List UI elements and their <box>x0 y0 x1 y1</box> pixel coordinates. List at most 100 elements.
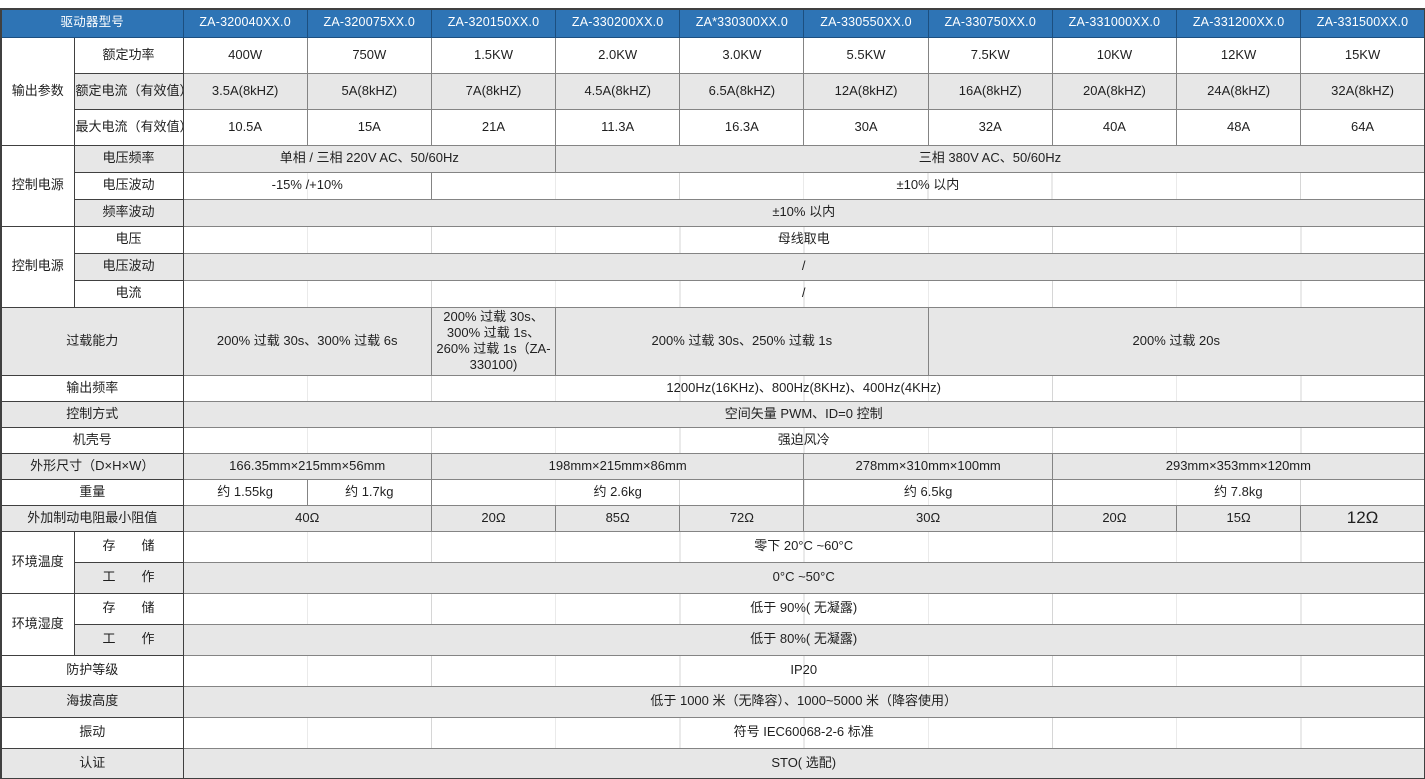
spec-value: 约 2.6kg <box>431 479 804 505</box>
spec-value: 16.3A <box>680 109 804 145</box>
spec-value: 40A <box>1052 109 1176 145</box>
spec-value: 低于 1000 米（无降容）、1000~5000 米（降容使用） <box>183 686 1425 717</box>
spec-value: 7A(8kHZ) <box>431 73 555 109</box>
spec-value: 12KW <box>1177 37 1301 73</box>
spec-value: 32A(8kHZ) <box>1301 73 1425 109</box>
spec-value: 4.5A(8kHZ) <box>556 73 680 109</box>
spec-value: 21A <box>431 109 555 145</box>
table-row: 控制电源电压频率单相 / 三相 220V AC、50/60Hz三相 380V A… <box>1 145 1425 172</box>
spec-value: / <box>183 280 1425 307</box>
spec-value: 64A <box>1301 109 1425 145</box>
row-label: 过载能力 <box>1 307 183 375</box>
row-label: 控制方式 <box>1 401 183 427</box>
row-label: 工 作 <box>74 562 183 593</box>
table-row: 海拔高度低于 1000 米（无降容）、1000~5000 米（降容使用） <box>1 686 1425 717</box>
spec-value: 约 1.55kg <box>183 479 307 505</box>
table-row: 控制电源电压母线取电 <box>1 226 1425 253</box>
header-model-column: ZA-320040XX.0 <box>183 9 307 37</box>
table-row: 机壳号强迫风冷 <box>1 427 1425 453</box>
spec-value: 85Ω <box>556 505 680 531</box>
spec-value: 空间矢量 PWM、ID=0 控制 <box>183 401 1425 427</box>
row-label: 存 储 <box>74 593 183 624</box>
spec-value: 32A <box>928 109 1052 145</box>
row-label: 额定功率 <box>74 37 183 73</box>
spec-value: 400W <box>183 37 307 73</box>
row-label: 电压频率 <box>74 145 183 172</box>
spec-value: 2.0KW <box>556 37 680 73</box>
row-label: 电压 <box>74 226 183 253</box>
spec-table-body: 驱动器型号ZA-320040XX.0ZA-320075XX.0ZA-320150… <box>1 9 1425 779</box>
header-model-column: ZA-330750XX.0 <box>928 9 1052 37</box>
table-row: 过载能力200% 过载 30s、300% 过载 6s200% 过载 30s、30… <box>1 307 1425 375</box>
spec-value: 母线取电 <box>183 226 1425 253</box>
spec-value: 3.0KW <box>680 37 804 73</box>
spec-value: 750W <box>307 37 431 73</box>
row-label: 电流 <box>74 280 183 307</box>
spec-value: 约 1.7kg <box>307 479 431 505</box>
spec-value: 10KW <box>1052 37 1176 73</box>
group-label: 输出参数 <box>1 37 74 145</box>
table-row: 重量约 1.55kg约 1.7kg约 2.6kg约 6.5kg约 7.8kg <box>1 479 1425 505</box>
table-row: 驱动器型号ZA-320040XX.0ZA-320075XX.0ZA-320150… <box>1 9 1425 37</box>
spec-value: 符号 IEC60068-2-6 标准 <box>183 717 1425 748</box>
spec-value: 6.5A(8kHZ) <box>680 73 804 109</box>
row-label: 海拔高度 <box>1 686 183 717</box>
spec-value: 三相 380V AC、50/60Hz <box>556 145 1425 172</box>
table-row: 输出参数额定功率400W750W1.5KW2.0KW3.0KW5.5KW7.5K… <box>1 37 1425 73</box>
row-label: 振动 <box>1 717 183 748</box>
spec-value: 20Ω <box>1052 505 1176 531</box>
spec-value: 30Ω <box>804 505 1052 531</box>
table-row: 电压波动/ <box>1 253 1425 280</box>
row-label: 外加制动电阻最小阻值 <box>1 505 183 531</box>
spec-value: 10.5A <box>183 109 307 145</box>
spec-value: 20A(8kHZ) <box>1052 73 1176 109</box>
row-label: 额定电流（有效值） <box>74 73 183 109</box>
spec-value: 约 7.8kg <box>1052 479 1425 505</box>
spec-value: 15KW <box>1301 37 1425 73</box>
header-drive-model-title: 驱动器型号 <box>1 9 183 37</box>
spec-value: 198mm×215mm×86mm <box>431 453 804 479</box>
group-label: 控制电源 <box>1 226 74 307</box>
row-label: 最大电流（有效值） <box>74 109 183 145</box>
table-row: 电流/ <box>1 280 1425 307</box>
group-label: 环境温度 <box>1 531 74 593</box>
drive-spec-table: 驱动器型号ZA-320040XX.0ZA-320075XX.0ZA-320150… <box>0 8 1425 779</box>
row-label: 电压波动 <box>74 172 183 199</box>
spec-value: 单相 / 三相 220V AC、50/60Hz <box>183 145 556 172</box>
table-row: 振动符号 IEC60068-2-6 标准 <box>1 717 1425 748</box>
row-label: 机壳号 <box>1 427 183 453</box>
spec-value: 15A <box>307 109 431 145</box>
spec-value: ±10% 以内 <box>183 199 1425 226</box>
spec-value: 200% 过载 20s <box>928 307 1425 375</box>
row-label: 外形尺寸（D×H×W） <box>1 453 183 479</box>
group-label: 控制电源 <box>1 145 74 226</box>
spec-value: 强迫风冷 <box>183 427 1425 453</box>
spec-value: 7.5KW <box>928 37 1052 73</box>
table-row: 工 作低于 80%( 无凝露) <box>1 624 1425 655</box>
spec-value: 约 6.5kg <box>804 479 1052 505</box>
spec-value: 278mm×310mm×100mm <box>804 453 1052 479</box>
spec-value: 11.3A <box>556 109 680 145</box>
table-row: 认证STO( 选配) <box>1 748 1425 779</box>
spec-value: 低于 80%( 无凝露) <box>183 624 1425 655</box>
table-row: 防护等级IP20 <box>1 655 1425 686</box>
spec-value: 12Ω <box>1301 505 1425 531</box>
header-model-column: ZA-320150XX.0 <box>431 9 555 37</box>
table-row: 控制方式空间矢量 PWM、ID=0 控制 <box>1 401 1425 427</box>
header-model-column: ZA-330550XX.0 <box>804 9 928 37</box>
spec-value: 12A(8kHZ) <box>804 73 928 109</box>
spec-value: 24A(8kHZ) <box>1177 73 1301 109</box>
spec-value: 72Ω <box>680 505 804 531</box>
table-row: 频率波动±10% 以内 <box>1 199 1425 226</box>
spec-value: 3.5A(8kHZ) <box>183 73 307 109</box>
spec-value: -15% /+10% <box>183 172 431 199</box>
spec-value: 30A <box>804 109 928 145</box>
spec-value: IP20 <box>183 655 1425 686</box>
table-row: 环境温度存 储零下 20°C ~60°C <box>1 531 1425 562</box>
table-row: 工 作0°C ~50°C <box>1 562 1425 593</box>
spec-value: 1200Hz(16KHz)、800Hz(8KHz)、400Hz(4KHz) <box>183 375 1425 401</box>
spec-value: 166.35mm×215mm×56mm <box>183 453 431 479</box>
spec-value: ±10% 以内 <box>431 172 1425 199</box>
spec-value: 0°C ~50°C <box>183 562 1425 593</box>
row-label: 工 作 <box>74 624 183 655</box>
